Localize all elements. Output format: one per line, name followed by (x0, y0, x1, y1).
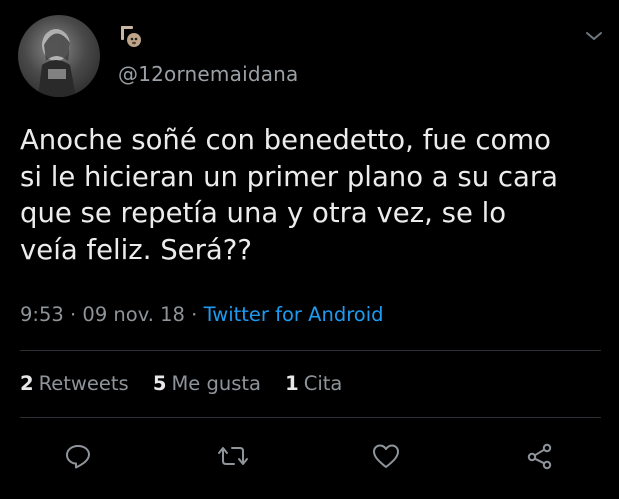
tweet-stats: 2 Retweets 5 Me gusta 1 Cita (20, 372, 360, 395)
tweet-date: 09 nov. 18 (82, 303, 185, 326)
reply-button[interactable] (60, 438, 96, 474)
quotes-label: Cita (303, 372, 343, 395)
user-handle[interactable]: @12ornemaidana (118, 62, 299, 86)
likes-label: Me gusta (171, 372, 261, 395)
chevron-down-icon[interactable] (584, 28, 604, 44)
tweet-time: 9:53 (20, 303, 64, 326)
meta-separator: · (63, 303, 83, 326)
retweet-icon (218, 447, 248, 465)
quotes-stat[interactable]: 1 Cita (285, 372, 342, 395)
sloth-emoji-icon (118, 24, 144, 50)
like-icon (373, 444, 399, 468)
quotes-count: 1 (285, 372, 299, 395)
reply-icon (66, 445, 90, 469)
retweets-stat[interactable]: 2 Retweets (20, 372, 129, 395)
divider (20, 417, 601, 418)
retweet-button[interactable] (215, 438, 251, 474)
likes-stat[interactable]: 5 Me gusta (153, 372, 261, 395)
tweet-text: Anoche soñé con benedetto, fue como si l… (20, 124, 559, 266)
share-icon (527, 443, 552, 470)
divider (20, 350, 601, 351)
like-button[interactable] (368, 438, 404, 474)
tweet-source-link[interactable]: Twitter for Android (204, 303, 384, 326)
action-bar (0, 438, 619, 474)
retweets-label: Retweets (38, 372, 129, 395)
share-button[interactable] (522, 438, 558, 474)
likes-count: 5 (152, 372, 167, 395)
avatar[interactable] (18, 15, 100, 97)
retweets-count: 2 (20, 372, 34, 395)
meta-separator: · (184, 303, 204, 326)
tweet-meta: 9:53 · 09 nov. 18 · Twitter for Android (20, 303, 384, 326)
